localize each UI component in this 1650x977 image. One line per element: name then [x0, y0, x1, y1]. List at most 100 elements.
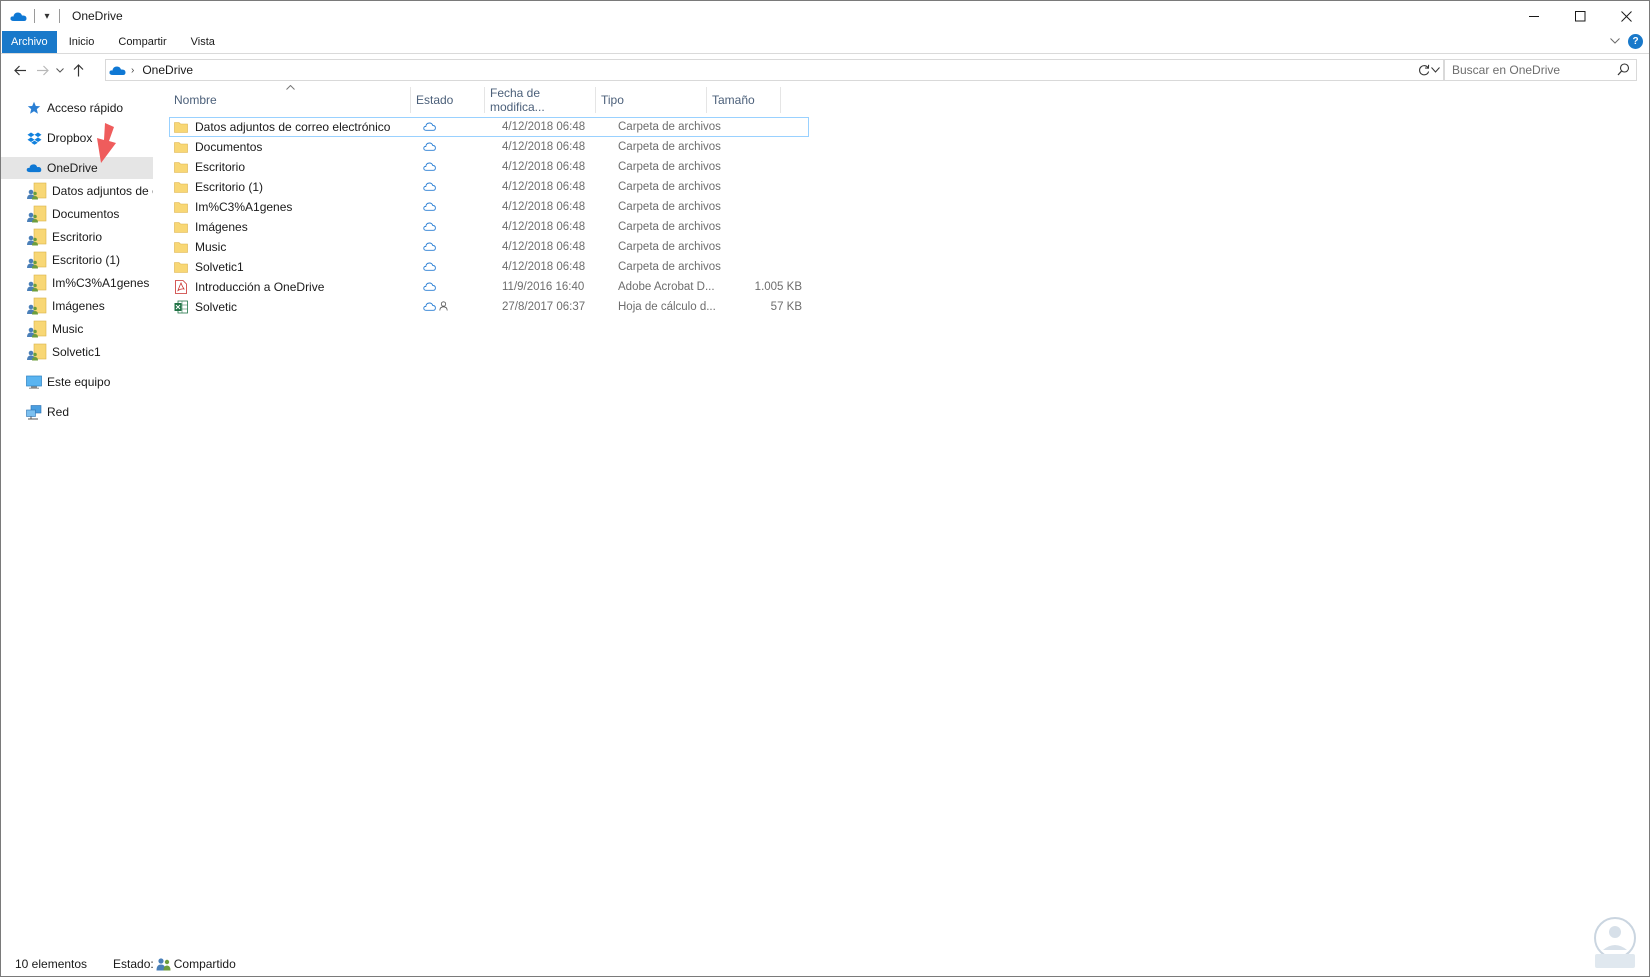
- type-cell: Carpeta de archivos: [618, 221, 721, 233]
- file-name: Introducción a OneDrive: [195, 280, 325, 294]
- column-header-name[interactable]: Nombre: [169, 87, 411, 113]
- date-cell: 4/12/2018 06:48: [502, 241, 586, 253]
- sidebar-item-escritorio[interactable]: Escritorio: [1, 225, 153, 248]
- column-header-type[interactable]: Tipo: [596, 87, 707, 113]
- recent-locations-chevron-icon[interactable]: [53, 59, 67, 81]
- date-cell: 4/12/2018 06:48: [502, 141, 586, 153]
- ribbon-tabs: Archivo Inicio Compartir Vista ?: [1, 31, 1649, 54]
- tab-archivo[interactable]: Archivo: [2, 31, 57, 53]
- type-cell: Carpeta de archivos: [618, 261, 721, 273]
- column-header-date[interactable]: Fecha de modifica...: [485, 86, 596, 114]
- sidebar-item-onedrive[interactable]: OneDrive: [1, 157, 153, 179]
- folder-icon: [173, 199, 189, 215]
- breadcrumb-onedrive[interactable]: OneDrive: [142, 63, 193, 77]
- date-cell: 4/12/2018 06:48: [502, 161, 586, 173]
- cloud-status-icon: [423, 160, 436, 174]
- folder-icon: [173, 259, 189, 275]
- search-box[interactable]: [1443, 59, 1637, 81]
- address-bar[interactable]: › OneDrive: [105, 59, 1445, 81]
- title-bar: ▾ OneDrive: [1, 1, 1649, 31]
- column-header-status[interactable]: Estado: [411, 87, 485, 113]
- computer-icon: [25, 374, 43, 390]
- size-cell: 57 KB: [770, 301, 802, 313]
- size-cell: 1.005 KB: [754, 281, 802, 293]
- type-cell: Adobe Acrobat D...: [618, 281, 715, 293]
- date-cell: 11/9/2016 16:40: [502, 281, 585, 293]
- breadcrumb-chevron-icon[interactable]: ›: [131, 65, 134, 76]
- file-row[interactable]: Solvetic 27/8/2017 06:37 Hoja de cálculo…: [169, 297, 809, 317]
- sidebar-item-imagenes[interactable]: Imágenes: [1, 294, 153, 317]
- status-cell: [423, 137, 493, 157]
- file-row[interactable]: Solvetic1 4/12/2018 06:48 Carpeta de arc…: [169, 257, 809, 277]
- cloud-status-icon: [423, 180, 436, 194]
- sidebar-item-datos-adjuntos[interactable]: Datos adjuntos de c: [1, 179, 153, 202]
- size-cell: [729, 137, 802, 157]
- status-cell: [423, 257, 493, 277]
- window-title: OneDrive: [72, 9, 123, 23]
- column-header-size[interactable]: Tamaño: [707, 87, 781, 113]
- forward-arrow-icon[interactable]: [31, 59, 53, 81]
- file-row[interactable]: Escritorio 4/12/2018 06:48 Carpeta de ar…: [169, 157, 809, 177]
- sidebar-item-label: Escritorio (1): [52, 252, 121, 267]
- folder-icon: [173, 219, 189, 235]
- status-state: Estado: Compartido: [113, 957, 236, 971]
- tab-vista[interactable]: Vista: [179, 31, 227, 53]
- file-name-cell: Im%C3%A1genes: [173, 197, 409, 217]
- help-button[interactable]: ?: [1628, 34, 1643, 49]
- search-input[interactable]: [1452, 63, 1612, 77]
- sidebar-item-network[interactable]: Red: [1, 401, 153, 423]
- sidebar-item-label: Este equipo: [47, 375, 111, 389]
- up-arrow-icon[interactable]: [67, 59, 89, 81]
- expand-ribbon-chevron-icon[interactable]: [1610, 36, 1620, 47]
- size-cell: [729, 217, 802, 237]
- tab-inicio[interactable]: Inicio: [57, 31, 107, 53]
- file-row[interactable]: Im%C3%A1genes 4/12/2018 06:48 Carpeta de…: [169, 197, 809, 217]
- minimize-button[interactable]: [1511, 1, 1557, 31]
- search-icon[interactable]: [1617, 63, 1630, 79]
- onedrive-app-icon[interactable]: [10, 9, 28, 23]
- type-cell: Carpeta de archivos: [618, 121, 721, 133]
- sidebar-item-label: Datos adjuntos de c: [52, 183, 153, 198]
- file-row[interactable]: Music 4/12/2018 06:48 Carpeta de archivo…: [169, 237, 809, 257]
- type-cell: Hoja de cálculo d...: [618, 301, 716, 313]
- refresh-icon[interactable]: [1415, 59, 1433, 81]
- size-cell: [729, 197, 802, 217]
- date-cell: 4/12/2018 06:48: [502, 221, 586, 233]
- quick-access-toolbar-dropdown-icon[interactable]: ▾: [41, 11, 53, 22]
- sidebar-item-documentos[interactable]: Documentos: [1, 202, 153, 225]
- file-row[interactable]: Documentos 4/12/2018 06:48 Carpeta de ar…: [169, 137, 809, 157]
- sidebar-item-this-pc[interactable]: Este equipo: [1, 371, 153, 393]
- shared-folder-icon: [25, 182, 49, 199]
- back-arrow-icon[interactable]: [9, 59, 31, 81]
- file-row[interactable]: Introducción a OneDrive 11/9/2016 16:40 …: [169, 277, 809, 297]
- sidebar-item-escritorio-1[interactable]: Escritorio (1): [1, 248, 153, 271]
- file-name: Solvetic1: [195, 260, 244, 274]
- file-row[interactable]: Escritorio (1) 4/12/2018 06:48 Carpeta d…: [169, 177, 809, 197]
- shared-folder-icon: [25, 274, 49, 291]
- ribbon-right-controls: ?: [1610, 34, 1643, 49]
- file-row[interactable]: Datos adjuntos de correo electrónico 4/1…: [169, 117, 809, 137]
- maximize-button[interactable]: [1557, 1, 1603, 31]
- shared-users-icon: [156, 957, 172, 971]
- close-button[interactable]: [1603, 1, 1649, 31]
- file-name-cell: Documentos: [173, 137, 409, 157]
- tab-compartir[interactable]: Compartir: [106, 31, 178, 53]
- sidebar-item-im-c3-a1genes[interactable]: Im%C3%A1genes: [1, 271, 153, 294]
- sidebar-item-solvetic1[interactable]: Solvetic1: [1, 340, 153, 363]
- shared-folder-icon: [25, 297, 49, 314]
- file-name-cell: Escritorio (1): [173, 177, 409, 197]
- file-name: Documentos: [195, 140, 263, 154]
- size-cell: [729, 177, 802, 197]
- file-name-cell: Solvetic: [173, 297, 409, 317]
- sidebar-item-dropbox[interactable]: Dropbox: [1, 127, 153, 149]
- folder-icon: [173, 139, 189, 155]
- sidebar-item-music[interactable]: Music: [1, 317, 153, 340]
- sidebar-item-quick-access[interactable]: Acceso rápido: [1, 97, 153, 119]
- file-row[interactable]: Imágenes 4/12/2018 06:48 Carpeta de arch…: [169, 217, 809, 237]
- status-cell: [423, 197, 493, 217]
- cloud-status-icon: [423, 300, 436, 314]
- file-name-cell: Introducción a OneDrive: [173, 277, 409, 297]
- folder-icon: [173, 119, 189, 135]
- status-cell: [423, 217, 493, 237]
